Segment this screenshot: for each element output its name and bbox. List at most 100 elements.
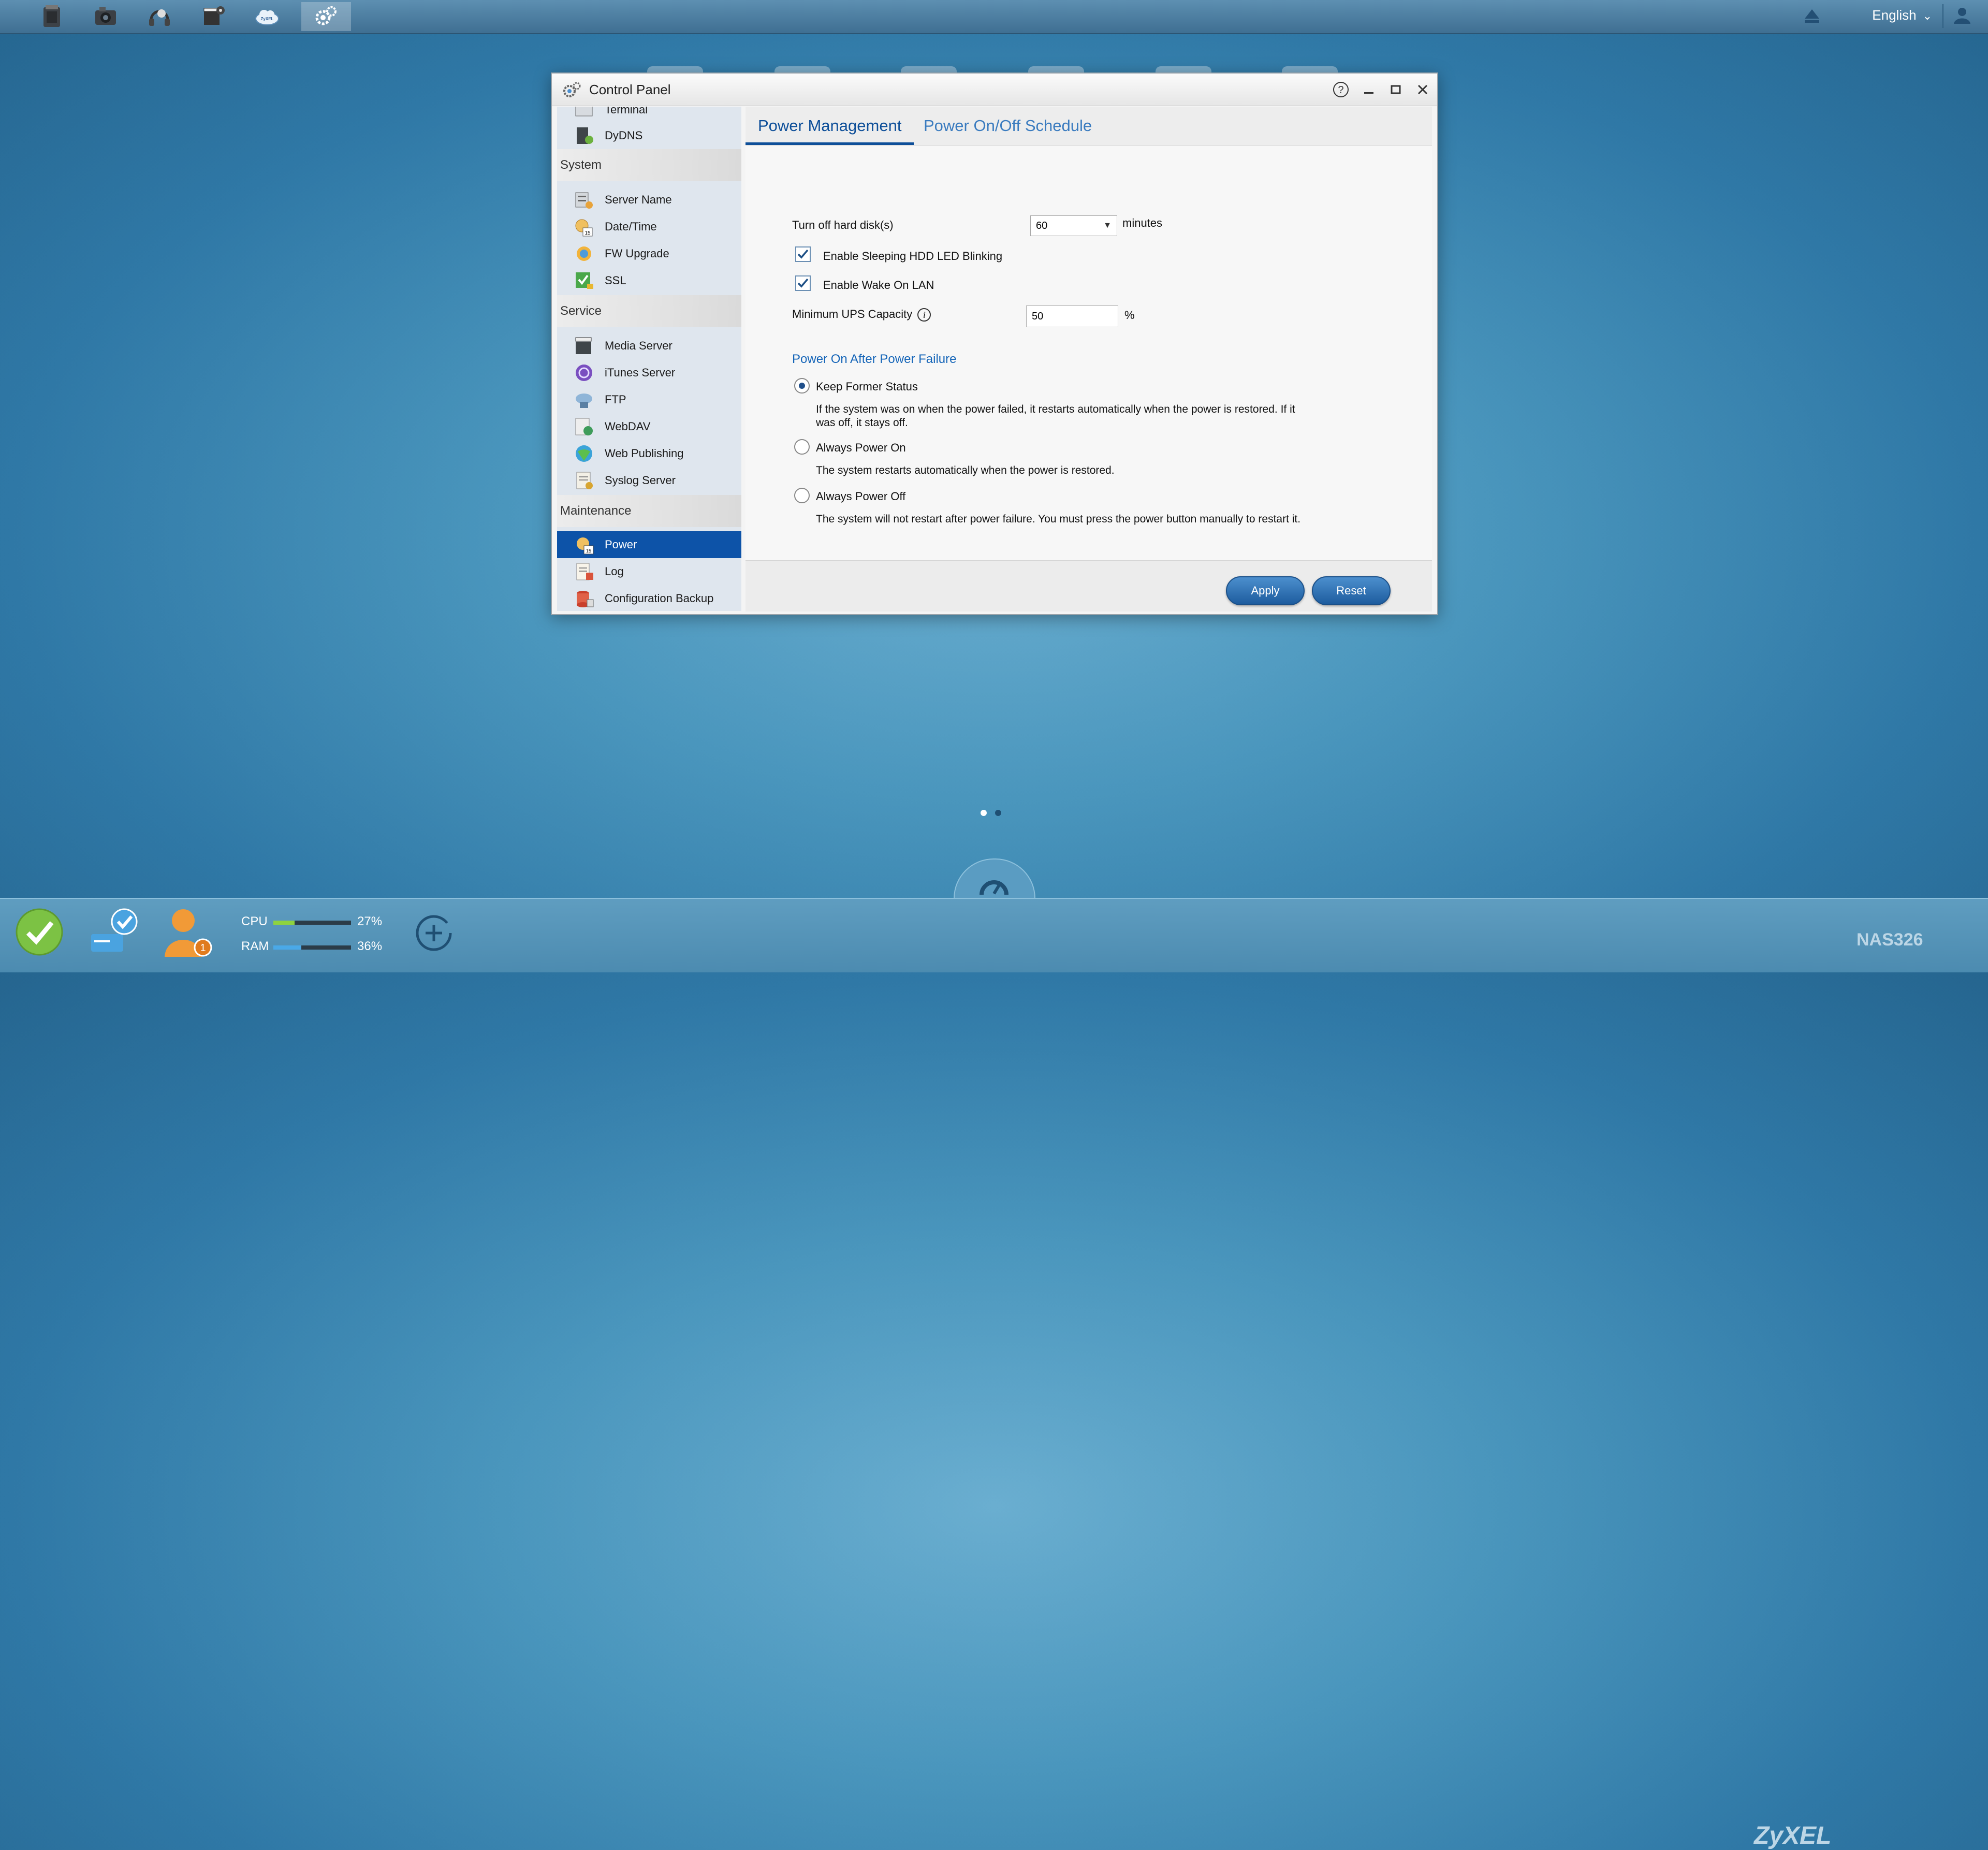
info-icon[interactable]: i: [917, 308, 931, 322]
speedometer-icon: [980, 880, 1008, 895]
ram-value: 36%: [357, 939, 383, 953]
sidebar-section-system: System: [557, 149, 741, 181]
add-widget-icon[interactable]: [414, 913, 454, 953]
window-title: Control Panel: [589, 82, 671, 97]
page-indicator-active[interactable]: [981, 810, 987, 816]
fw-upgrade-icon: [577, 246, 591, 261]
always-power-off-desc: The system will not restart after power …: [816, 513, 1301, 525]
power-icon: 15: [577, 537, 594, 555]
brand-logo: ZyXEL: [1754, 1822, 1832, 1849]
sidebar-item-label: Configuration Backup: [605, 592, 714, 605]
dropdown-arrow-icon: ▼: [1103, 221, 1112, 230]
ups-capacity-input[interactable]: 50: [1026, 305, 1118, 327]
wake-on-lan-checkbox[interactable]: [795, 275, 811, 291]
checkmark-icon: [797, 278, 809, 288]
user-notification-icon[interactable]: 1: [160, 905, 212, 962]
ups-capacity-value: 50: [1032, 311, 1044, 322]
chevron-down-icon: ⌄: [1922, 9, 1932, 22]
dydns-icon: [577, 127, 593, 144]
sidebar-item-label: FW Upgrade: [605, 247, 669, 260]
page-indicator[interactable]: [995, 810, 1001, 816]
log-icon: [576, 563, 593, 580]
sidebar-item-label: Syslog Server: [605, 474, 676, 487]
app-zyxel-cloud[interactable]: ZyXEL: [242, 2, 292, 31]
app-control-panel[interactable]: [301, 2, 351, 31]
cpu-label: CPU: [241, 914, 268, 928]
sidebar-item-label: Terminal: [605, 107, 648, 116]
sidebar-item-fw-upgrade[interactable]: FW Upgrade: [557, 240, 741, 267]
ftp-icon: [576, 394, 592, 408]
sidebar-item-power[interactable]: 15 Power: [557, 531, 741, 558]
minimize-icon[interactable]: [1360, 81, 1378, 99]
tab-bar: Power Management Power On/Off Schedule: [746, 107, 1432, 145]
always-power-off-label: Always Power Off: [816, 490, 906, 503]
system-status-ok-icon[interactable]: [14, 907, 64, 957]
sidebar-item-configuration-backup[interactable]: Configuration Backup: [557, 585, 741, 611]
sidebar-item-label: FTP: [605, 393, 626, 406]
ups-capacity-unit: %: [1124, 309, 1135, 322]
web-publishing-icon: [576, 445, 592, 462]
app-video[interactable]: [188, 2, 238, 31]
form-footer: Apply Reset: [746, 560, 1432, 611]
storage-status-icon[interactable]: [87, 906, 141, 958]
ups-capacity-text: Minimum UPS Capacity: [792, 308, 913, 321]
sidebar-item-ssl[interactable]: SSL: [557, 267, 741, 294]
sidebar-item-label: Date/Time: [605, 220, 657, 233]
hdd-timeout-select[interactable]: 60 ▼: [1030, 215, 1117, 236]
ram-label: RAM: [241, 939, 269, 953]
svg-text:15: 15: [584, 230, 591, 236]
top-taskbar: ZyXEL English ⌄: [0, 0, 1988, 34]
ram-usage-fill: [273, 945, 301, 950]
tab-power-management[interactable]: Power Management: [746, 107, 914, 145]
ups-capacity-label: Minimum UPS Capacity i: [792, 308, 931, 322]
sidebar-item-itunes-server[interactable]: iTunes Server: [557, 359, 741, 386]
sidebar-item-date-time[interactable]: 15 Date/Time: [557, 213, 741, 240]
control-panel-icon: [563, 82, 581, 97]
section-label: Service: [560, 304, 602, 318]
always-power-off-radio[interactable]: [794, 488, 810, 503]
cpu-usage-bar: [273, 921, 351, 925]
window-titlebar[interactable]: Control Panel ?: [552, 74, 1437, 106]
always-power-on-radio[interactable]: [794, 439, 810, 455]
keep-former-status-desc-2: was off, it stays off.: [816, 417, 908, 429]
photo-icon: [95, 7, 116, 25]
sidebar-item-webdav[interactable]: WebDAV: [557, 413, 741, 440]
user-account-icon[interactable]: [1952, 5, 1972, 26]
server-name-icon: [575, 192, 593, 209]
app-file-browser[interactable]: [27, 2, 77, 31]
sidebar-item-label: Media Server: [605, 339, 673, 352]
sidebar-item-log[interactable]: Log: [557, 558, 741, 585]
tab-power-schedule[interactable]: Power On/Off Schedule: [911, 107, 1104, 145]
maximize-icon[interactable]: [1386, 81, 1405, 99]
apply-button[interactable]: Apply: [1226, 576, 1305, 605]
reset-button[interactable]: Reset: [1312, 576, 1391, 605]
sidebar-item-dydns[interactable]: DyDNS: [557, 122, 741, 149]
sidebar-item-media-server[interactable]: Media Server: [557, 332, 741, 359]
control-panel-window: Control Panel ? Terminal DyDNS System Se…: [551, 72, 1438, 615]
keep-former-status-radio[interactable]: [794, 378, 810, 394]
settings-main-panel: Power Management Power On/Off Schedule T…: [746, 107, 1432, 611]
sidebar-item-label: SSL: [605, 274, 626, 287]
app-music[interactable]: [135, 2, 184, 31]
sidebar-item-web-publishing[interactable]: Web Publishing: [557, 440, 741, 467]
bottom-status-bar: 1 CPU 27% RAM 36% ZyXEL NAS326: [0, 898, 1988, 1849]
video-icon: [203, 6, 225, 25]
help-icon[interactable]: ?: [1332, 81, 1350, 99]
sidebar-item-ftp[interactable]: FTP: [557, 386, 741, 413]
eject-icon[interactable]: [1802, 5, 1822, 26]
power-management-form: Turn off hard disk(s) 60 ▼ minutes Enabl…: [746, 146, 1432, 560]
svg-text:ZyXEL: ZyXEL: [261, 17, 274, 21]
sidebar-item-server-name[interactable]: Server Name: [557, 186, 741, 213]
language-selector[interactable]: English ⌄: [1872, 7, 1932, 23]
zyxel-cloud-icon: ZyXEL: [255, 10, 279, 25]
sidebar-item-syslog-server[interactable]: Syslog Server: [557, 467, 741, 494]
control-panel-icon: [315, 6, 337, 25]
app-photo[interactable]: [81, 2, 130, 31]
hdd-timeout-unit: minutes: [1122, 216, 1163, 229]
sidebar-item-terminal[interactable]: Terminal: [557, 107, 741, 123]
led-blinking-checkbox[interactable]: [795, 246, 811, 262]
ram-usage-bar: [273, 945, 351, 950]
sidebar-item-label: iTunes Server: [605, 366, 676, 379]
itunes-icon: [576, 365, 592, 381]
close-icon[interactable]: [1413, 81, 1432, 99]
